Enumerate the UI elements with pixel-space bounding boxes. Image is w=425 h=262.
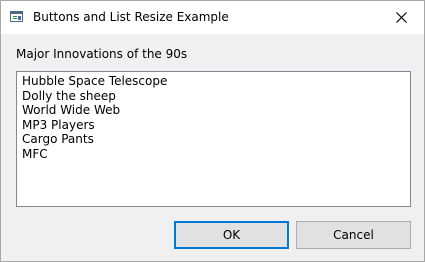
dialog-window: Buttons and List Resize Example Major In… <box>0 0 425 262</box>
close-icon <box>396 12 407 23</box>
close-button[interactable] <box>379 1 424 34</box>
title-bar[interactable]: Buttons and List Resize Example <box>1 1 424 34</box>
list-item[interactable]: MP3 Players <box>22 118 410 133</box>
list-item[interactable]: Hubble Space Telescope <box>22 74 410 89</box>
innovations-listbox[interactable]: Hubble Space Telescope Dolly the sheep W… <box>16 71 411 207</box>
list-item[interactable]: World Wide Web <box>22 103 410 118</box>
cancel-button[interactable]: Cancel <box>296 221 411 249</box>
list-heading-label: Major Innovations of the 90s <box>16 47 188 61</box>
window-title: Buttons and List Resize Example <box>33 10 229 24</box>
list-item[interactable]: Cargo Pants <box>22 132 410 147</box>
list-item[interactable]: Dolly the sheep <box>22 89 410 104</box>
app-window-icon <box>10 11 23 22</box>
ok-button[interactable]: OK <box>174 221 289 249</box>
list-item[interactable]: MFC <box>22 147 410 162</box>
